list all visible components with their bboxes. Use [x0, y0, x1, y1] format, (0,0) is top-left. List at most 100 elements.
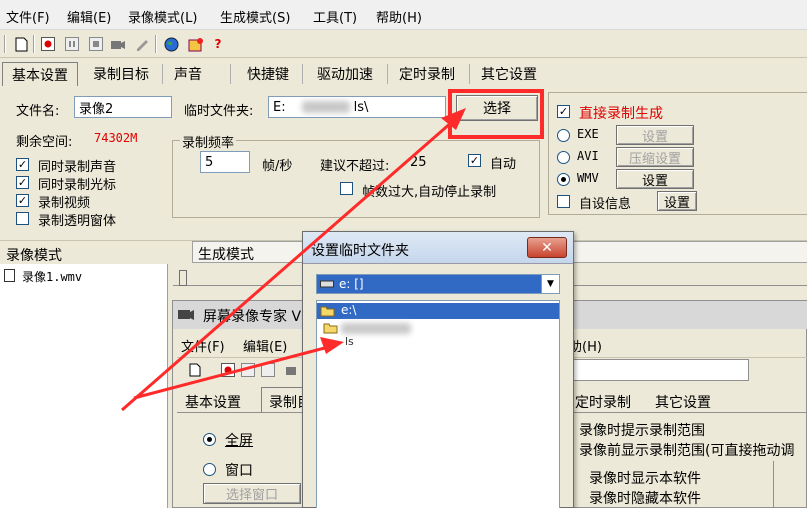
- bg-menu-file: 文件(F): [181, 340, 225, 355]
- suggest-value: 25: [410, 155, 427, 170]
- bg-line-2: 录像前显示录制范围(可直接拖动调: [579, 443, 795, 459]
- temp-folder-input[interactable]: E: ls\: [268, 96, 446, 118]
- bg-line-1: 录像时提示录制范围: [579, 423, 705, 439]
- suggest-label: 建议不超过:: [320, 159, 390, 174]
- generate-mode-header: 生成模式: [198, 247, 254, 263]
- custom-info-label: 自设信息: [579, 197, 632, 212]
- record-mode-header: 录像模式: [6, 248, 62, 264]
- record-sound-label: 同时录制声音: [38, 160, 117, 175]
- bg-divider: [773, 461, 774, 508]
- auto-label: 自动: [490, 157, 517, 172]
- menu-tools[interactable]: 工具(T): [313, 7, 357, 26]
- drive-select[interactable]: e: [] ▼: [316, 274, 560, 294]
- stop-icon[interactable]: [88, 36, 104, 52]
- toolbar: ?: [0, 31, 807, 58]
- record-sound-checkbox[interactable]: ✓: [16, 158, 29, 171]
- pen-icon[interactable]: [134, 36, 150, 52]
- tab-other-settings[interactable]: 其它设置: [472, 62, 546, 86]
- bg-tab-timer: 定时录制: [575, 395, 631, 411]
- select-folder-button[interactable]: 选择: [456, 95, 538, 121]
- direct-generate-checkbox[interactable]: ✓: [557, 105, 570, 118]
- camera-icon[interactable]: [110, 36, 126, 52]
- menu-edit[interactable]: 编辑(E): [67, 7, 111, 26]
- dialog-close-button[interactable]: ✕: [527, 237, 567, 258]
- fps-input[interactable]: 5: [200, 151, 250, 173]
- exe-label: EXE: [577, 127, 599, 141]
- record-transparent-checkbox[interactable]: [16, 212, 29, 225]
- file-list: 录像1.wmv: [0, 264, 168, 508]
- folder-icon: [323, 323, 338, 334]
- redacted-folder-name: [341, 323, 411, 334]
- tab-divider: [387, 64, 388, 84]
- chevron-down-icon[interactable]: ▼: [541, 275, 559, 293]
- fps-unit: 帧/秒: [262, 159, 293, 174]
- temp-folder-drive: E:: [273, 99, 286, 115]
- file-item[interactable]: 录像1.wmv: [22, 268, 82, 285]
- drive-icon: [320, 280, 334, 288]
- tab-hotkeys[interactable]: 快捷键: [238, 62, 298, 86]
- exe-radio[interactable]: [557, 129, 570, 142]
- tab-strip: 基本设置 录制目标 声音 快捷键 驱动加速 定时录制 其它设置: [0, 58, 807, 86]
- avi-radio[interactable]: [557, 151, 570, 164]
- redacted-path: [301, 101, 350, 113]
- toolbar-separator: [33, 35, 35, 53]
- toolbar-grip: [4, 35, 6, 53]
- auto-checkbox[interactable]: ✓: [468, 154, 481, 167]
- bg-app-icon: [178, 310, 194, 320]
- record-transparent-label: 录制透明窗体: [38, 214, 117, 229]
- filename-label: 文件名:: [16, 104, 60, 119]
- avi-compress-button[interactable]: 压缩设置: [616, 147, 694, 167]
- filename-input[interactable]: 录像2: [74, 96, 172, 118]
- folder-tree[interactable]: e:\ ls: [316, 300, 560, 508]
- pause-icon[interactable]: [64, 36, 80, 52]
- bg-menu-edit: 编辑(E): [243, 340, 288, 355]
- menu-record-mode[interactable]: 录像模式(L): [128, 7, 197, 26]
- bg-select-window-button: 选择窗口: [203, 483, 301, 504]
- bg-fullscreen-radio: [203, 433, 216, 446]
- tab-basic-settings[interactable]: 基本设置: [2, 62, 78, 86]
- tab-driver-accel[interactable]: 驱动加速: [308, 62, 382, 86]
- bg-toolbar-field: [553, 359, 749, 381]
- new-icon[interactable]: [13, 36, 29, 52]
- folder-root-row[interactable]: e:\: [317, 303, 559, 319]
- bg-window-label: 窗口: [225, 463, 253, 479]
- tab-scheduled-record[interactable]: 定时录制: [390, 62, 464, 86]
- menu-bar: 文件(F) 编辑(E) 录像模式(L) 生成模式(S) 工具(T) 帮助(H): [0, 0, 807, 30]
- record-icon[interactable]: [40, 36, 56, 52]
- wmv-radio[interactable]: [557, 173, 570, 186]
- bg-stop-icon: [261, 363, 275, 377]
- menu-generate-mode[interactable]: 生成模式(S): [220, 7, 290, 26]
- bg-tab-other: 其它设置: [655, 395, 711, 411]
- bg-fullscreen-label: 全屏: [225, 433, 253, 449]
- shop-icon[interactable]: [188, 36, 204, 52]
- help-icon[interactable]: ?: [210, 36, 226, 52]
- tab-sound[interactable]: 声音: [166, 62, 210, 86]
- record-cursor-checkbox[interactable]: ✓: [16, 176, 29, 189]
- generate-group: ✓ 直接录制生成 EXE 设置 AVI 压缩设置 WMV 设置 自设信息 设置: [548, 92, 807, 215]
- tab-divider: [469, 64, 470, 84]
- bg-record-icon: [221, 363, 235, 377]
- record-cursor-label: 同时录制光标: [38, 178, 117, 193]
- bg-camera-icon: [286, 367, 296, 375]
- custom-info-button[interactable]: 设置: [657, 191, 697, 211]
- direct-generate-label: 直接录制生成: [579, 106, 663, 122]
- dialog-title-bar: 设置临时文件夹 ✕: [303, 232, 573, 264]
- tab-record-target[interactable]: 录制目标: [84, 62, 158, 86]
- auto-stop-checkbox[interactable]: [340, 182, 353, 195]
- slider-thumb[interactable]: [179, 270, 187, 286]
- file-icon: [4, 269, 15, 282]
- globe-icon[interactable]: [163, 36, 179, 52]
- bg-new-icon: [189, 363, 201, 377]
- custom-info-checkbox[interactable]: [557, 195, 570, 208]
- exe-settings-button[interactable]: 设置: [616, 125, 694, 145]
- folder-sub-label: ls: [345, 335, 354, 348]
- temp-folder-label: 临时文件夹:: [184, 104, 254, 119]
- record-video-label: 录制视频: [38, 196, 91, 211]
- basic-settings-panel: 文件名: 录像2 临时文件夹: E: ls\ 选择 剩余空间: 74302M ✓…: [0, 86, 550, 236]
- wmv-settings-button[interactable]: 设置: [616, 169, 694, 189]
- menu-help[interactable]: 帮助(H): [376, 7, 422, 26]
- free-space-value: 74302M: [94, 131, 138, 145]
- record-video-checkbox[interactable]: ✓: [16, 194, 29, 207]
- menu-file[interactable]: 文件(F): [6, 7, 50, 26]
- bg-line-4: 录像时隐藏本软件: [589, 491, 701, 507]
